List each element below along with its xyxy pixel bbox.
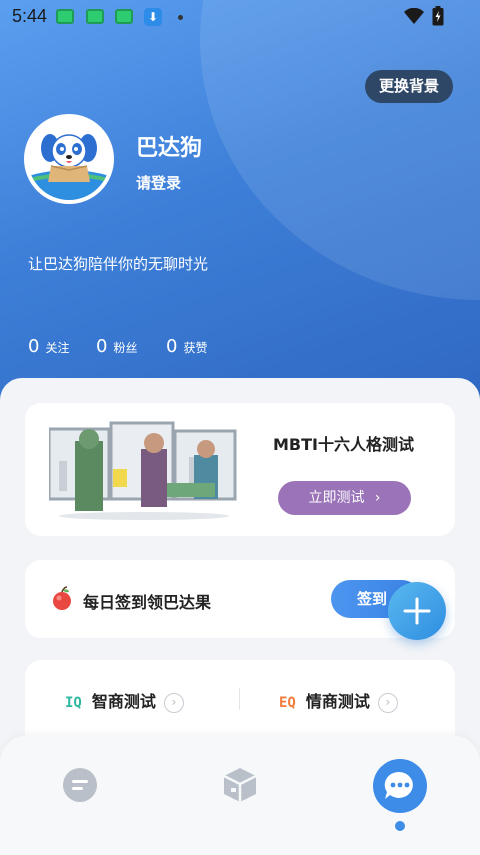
start-test-button[interactable]: 立即测试 › (278, 481, 411, 515)
chevron-right-icon: › (377, 693, 398, 713)
plus-icon (403, 597, 431, 625)
change-background-button[interactable]: 更换背景 (365, 70, 453, 103)
stat-value: 0 (166, 336, 178, 357)
status-bar: 5:44 ⬇ (0, 0, 480, 34)
eq-badge-icon: EQ (279, 695, 296, 711)
mbti-test-card[interactable]: MBTI十六人格测试 立即测试 › (25, 403, 455, 536)
stat-following[interactable]: 0 关注 (28, 336, 69, 357)
start-test-label: 立即测试 (308, 490, 365, 506)
header-decoration (200, 0, 480, 300)
download-icon: ⬇ (144, 8, 162, 26)
office-people-illustration (49, 421, 237, 520)
avatar[interactable] (24, 114, 114, 204)
eq-test-label: 情商测试 (305, 692, 370, 711)
tab-home-list-icon[interactable] (62, 767, 98, 803)
app-notification-icon (115, 9, 133, 24)
chevron-right-icon: › (163, 693, 184, 713)
iq-test-link[interactable]: IQ 智商测试 › (65, 688, 184, 713)
iq-test-label: 智商测试 (91, 692, 156, 711)
dog-mascot-icon (28, 118, 110, 200)
stat-fans[interactable]: 0 粉丝 (96, 336, 137, 357)
tab-messages[interactable] (373, 759, 427, 813)
stat-value: 0 (28, 336, 40, 357)
checkin-text: 每日签到领巴达果 (83, 593, 212, 612)
stat-label: 关注 (45, 341, 70, 355)
wifi-icon (404, 8, 424, 24)
stat-likes[interactable]: 0 获赞 (166, 336, 207, 357)
login-link[interactable]: 请登录 (136, 172, 181, 193)
chat-bubble-icon (384, 771, 413, 799)
chevron-right-icon: › (374, 490, 381, 506)
mbti-title: MBTI十六人格测试 (273, 435, 414, 454)
iq-badge-icon: IQ (65, 695, 82, 711)
app-notification-icon (86, 9, 104, 24)
active-tab-indicator (395, 821, 405, 831)
stat-value: 0 (96, 336, 108, 357)
apple-icon (53, 586, 71, 610)
stat-label: 粉丝 (113, 341, 138, 355)
app-notification-icon (56, 9, 74, 24)
battery-icon (432, 6, 444, 26)
username: 巴达狗 (136, 136, 203, 161)
stat-label: 获赞 (183, 341, 208, 355)
profile-header (0, 0, 480, 420)
tab-box-icon[interactable] (222, 766, 258, 804)
divider (239, 688, 240, 710)
more-notifications-dot (178, 15, 183, 20)
add-button[interactable] (388, 582, 446, 640)
eq-test-link[interactable]: EQ 情商测试 › (279, 688, 398, 713)
status-time: 5:44 (12, 6, 48, 26)
profile-slogan: 让巴达狗陪伴你的无聊时光 (28, 255, 209, 273)
